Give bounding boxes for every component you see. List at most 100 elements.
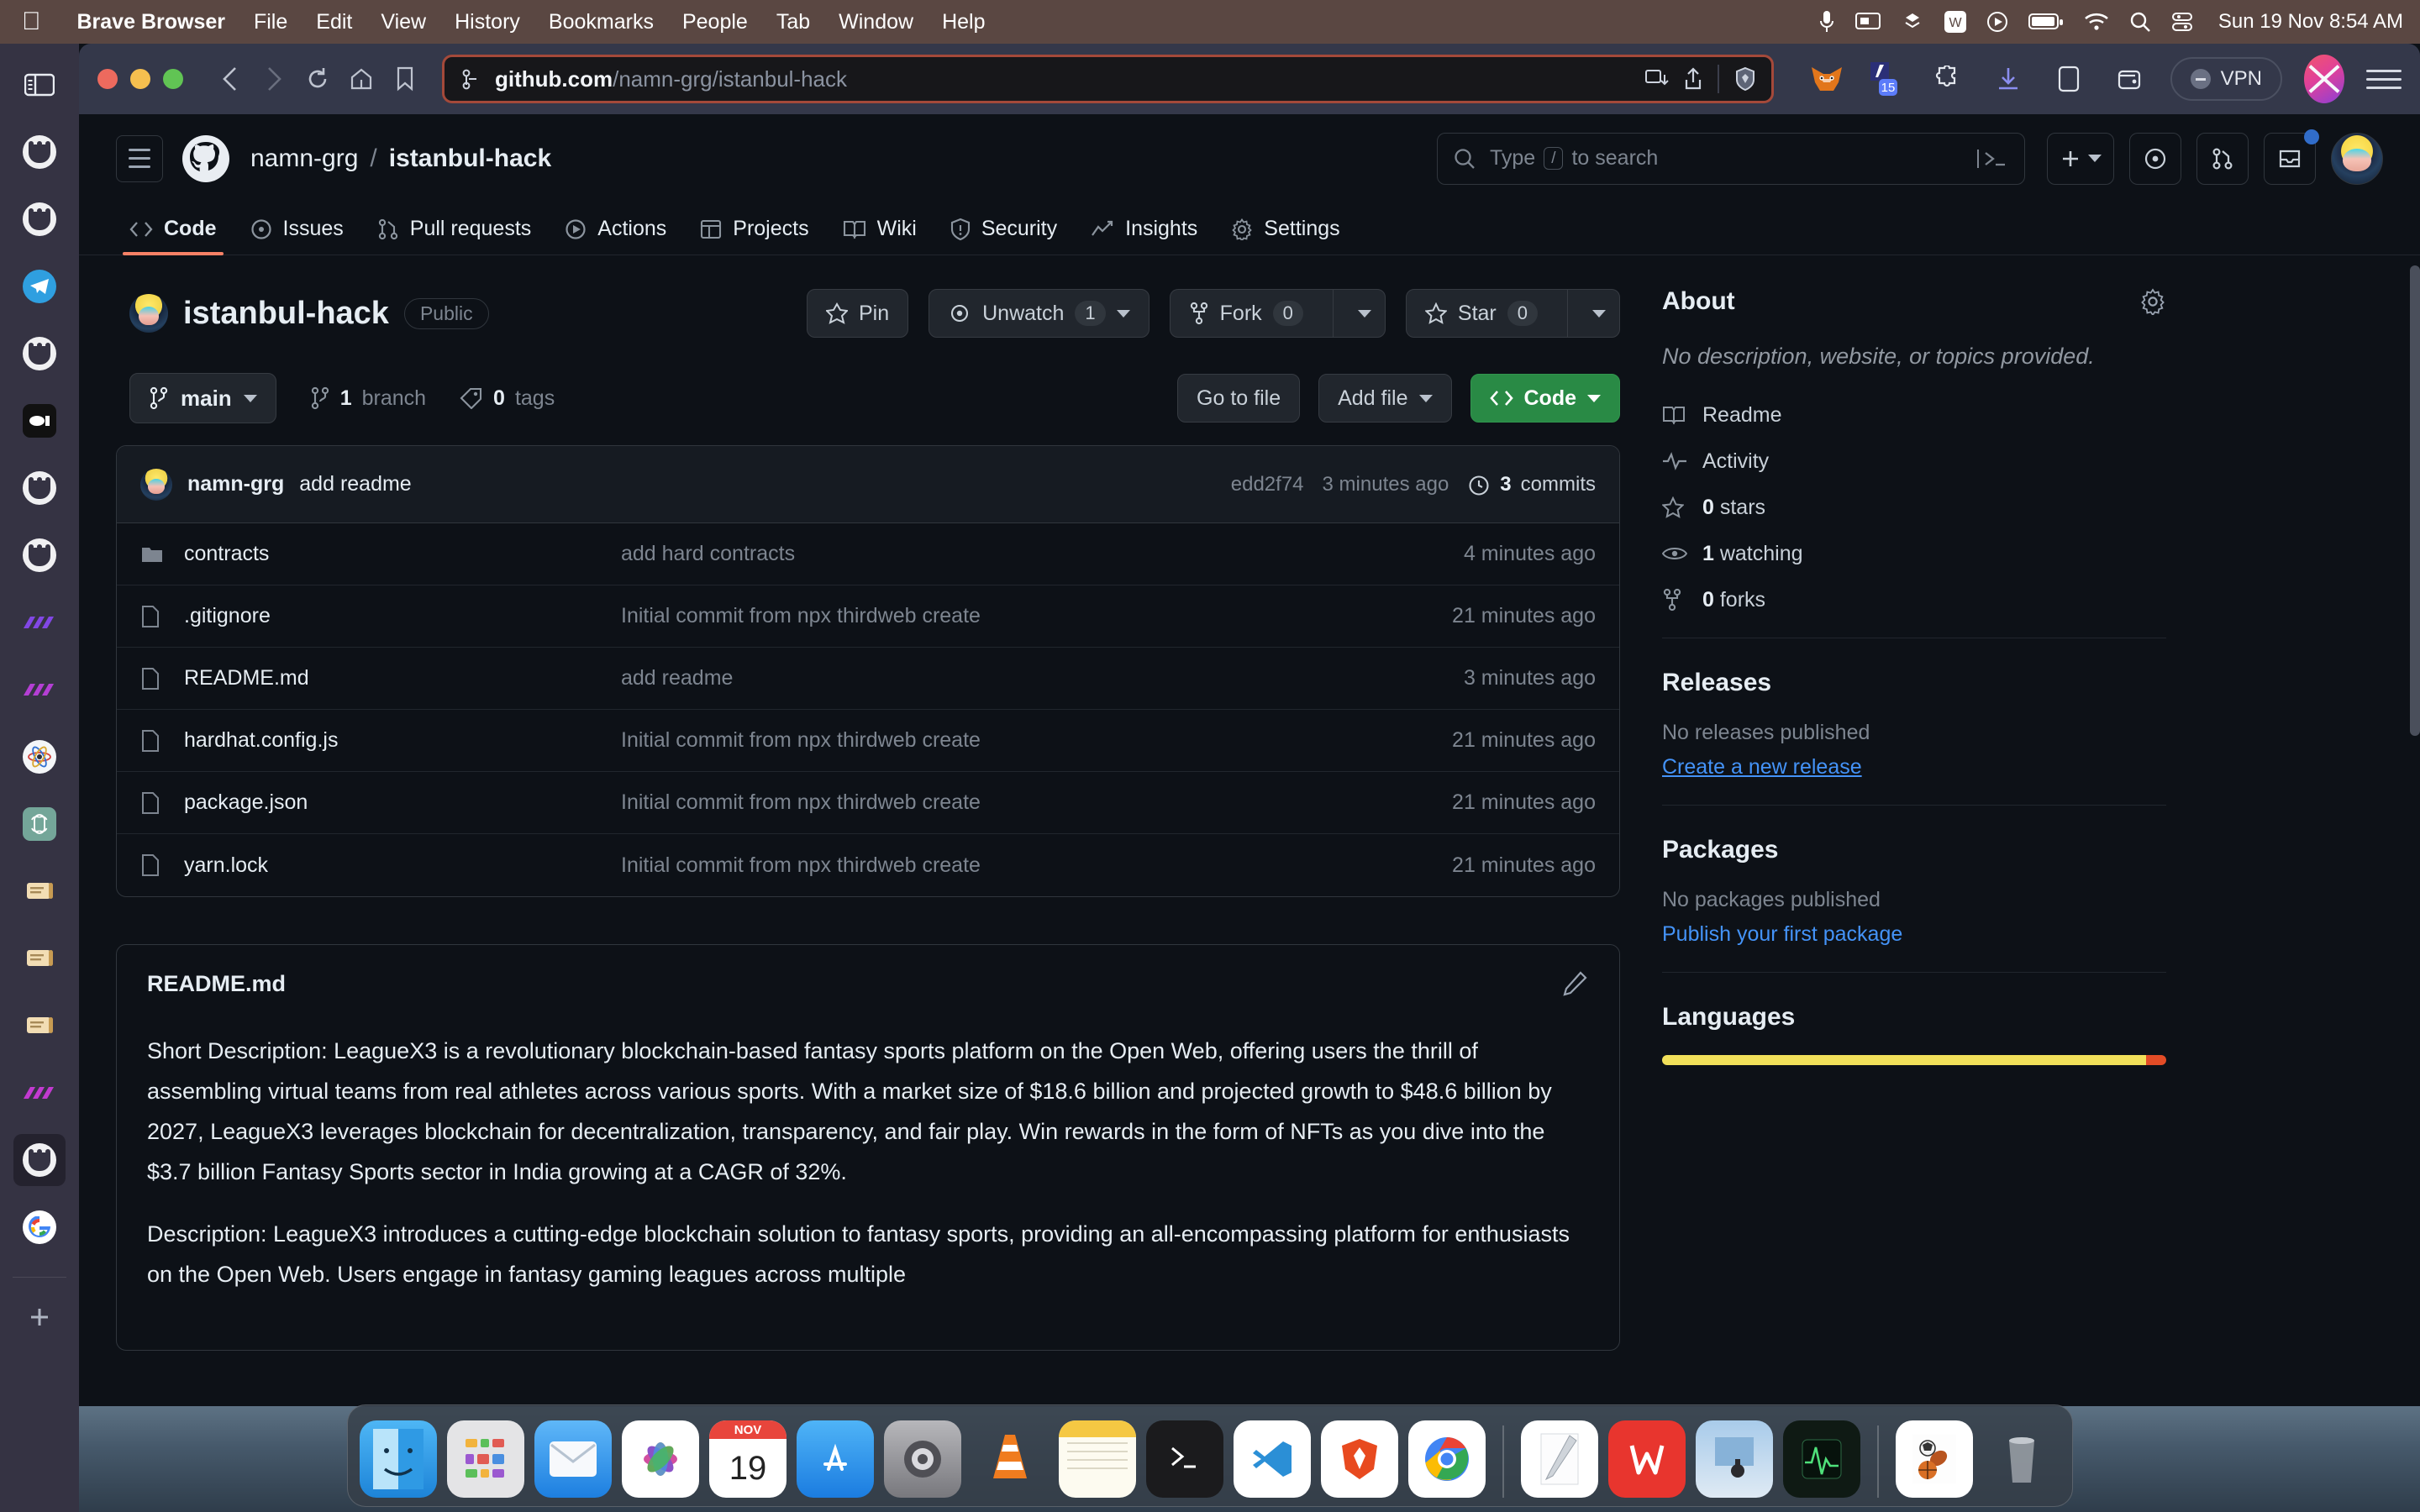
table-row[interactable]: contracts add hard contracts 4 minutes a… bbox=[117, 523, 1619, 585]
bookmark-button[interactable] bbox=[383, 57, 427, 101]
brave-profile-avatar[interactable] bbox=[2304, 55, 2344, 103]
file-name[interactable]: hardhat.config.js bbox=[184, 728, 621, 753]
home-button[interactable] bbox=[339, 57, 383, 101]
pull-requests-icon[interactable] bbox=[2196, 132, 2249, 185]
menu-app-name[interactable]: Brave Browser bbox=[63, 10, 239, 34]
sidebar-item-stars[interactable]: 0 stars bbox=[1662, 496, 2166, 520]
scroll-icon[interactable] bbox=[13, 1000, 66, 1052]
vpn-button[interactable]: VPN bbox=[2170, 57, 2282, 101]
code-button[interactable]: Code bbox=[1470, 374, 1620, 423]
brave-shields-icon[interactable] bbox=[1734, 66, 1756, 92]
tab-security[interactable]: Security bbox=[934, 203, 1074, 255]
add-file-button[interactable]: Add file bbox=[1318, 374, 1452, 423]
table-row[interactable]: yarn.lock Initial commit from npx thirdw… bbox=[117, 834, 1619, 896]
tab-settings[interactable]: Settings bbox=[1214, 203, 1356, 255]
control-center-icon[interactable] bbox=[2171, 11, 2193, 33]
dock-item-photos[interactable] bbox=[622, 1420, 699, 1498]
menu-item-help[interactable]: Help bbox=[928, 10, 999, 34]
address-bar[interactable]: github.com/namn-grg/istanbul-hack bbox=[442, 55, 1774, 103]
file-commit-message[interactable]: Initial commit from npx thirdweb create bbox=[621, 853, 1452, 878]
star-button[interactable]: Star 0 bbox=[1405, 289, 1620, 338]
menu-item-bookmarks[interactable]: Bookmarks bbox=[534, 10, 668, 34]
github-icon[interactable] bbox=[13, 462, 66, 514]
table-row[interactable]: hardhat.config.js Initial commit from np… bbox=[117, 710, 1619, 772]
tab-issues[interactable]: Issues bbox=[234, 203, 360, 255]
github-icon[interactable] bbox=[13, 126, 66, 178]
vlc-icon[interactable] bbox=[1986, 11, 2008, 33]
address-bar-url[interactable]: github.com/namn-grg/istanbul-hack bbox=[495, 66, 847, 92]
polygon-icon[interactable] bbox=[13, 596, 66, 648]
watch-segment[interactable]: Unwatch 1 bbox=[929, 290, 1149, 337]
file-name[interactable]: package.json bbox=[184, 790, 621, 815]
screen-mirroring-icon[interactable] bbox=[1854, 12, 1881, 32]
publish-package-link[interactable]: Publish your first package bbox=[1662, 922, 1902, 946]
sidebar-panel-icon[interactable] bbox=[2049, 60, 2088, 98]
polygon-icon[interactable] bbox=[13, 1067, 66, 1119]
github-icon[interactable] bbox=[13, 193, 66, 245]
spotlight-search-icon[interactable] bbox=[2129, 11, 2151, 33]
extension-badge-15-icon[interactable]: 15 bbox=[1868, 60, 1907, 98]
branch-count-link[interactable]: 1 branch bbox=[310, 386, 426, 411]
file-name[interactable]: yarn.lock bbox=[184, 853, 621, 878]
dock-item-terminal[interactable] bbox=[1146, 1420, 1223, 1498]
create-release-link[interactable]: Create a new release bbox=[1662, 755, 1862, 779]
notifications-inbox-icon[interactable] bbox=[2264, 129, 2319, 185]
dock-item-wps-office[interactable] bbox=[1608, 1420, 1686, 1498]
polygon-icon[interactable] bbox=[13, 664, 66, 716]
command-palette-icon[interactable] bbox=[1975, 146, 2009, 171]
forward-button[interactable] bbox=[252, 57, 296, 101]
commits-count-link[interactable]: 3 commits bbox=[1467, 473, 1596, 496]
menu-item-edit[interactable]: Edit bbox=[302, 10, 366, 34]
dock-item-launchpad[interactable] bbox=[447, 1420, 524, 1498]
page-scrollbar[interactable] bbox=[2410, 265, 2420, 736]
create-new-icon[interactable] bbox=[2047, 132, 2114, 185]
sidebar-toggle-icon[interactable] bbox=[13, 59, 66, 111]
star-segment[interactable]: Star 0 bbox=[1407, 290, 1556, 337]
wps-icon[interactable]: W bbox=[1944, 11, 1966, 33]
table-row[interactable]: README.md add readme 3 minutes ago bbox=[117, 648, 1619, 710]
file-commit-message[interactable]: Initial commit from npx thirdweb create bbox=[621, 728, 1452, 753]
github-icon[interactable] bbox=[13, 529, 66, 581]
file-name[interactable]: .gitignore bbox=[184, 604, 621, 628]
tag-count-link[interactable]: 0 tags bbox=[460, 386, 555, 411]
dock-item-chrome[interactable] bbox=[1408, 1420, 1486, 1498]
breadcrumb-repo[interactable]: istanbul-hack bbox=[389, 144, 551, 173]
github-icon[interactable] bbox=[13, 328, 66, 380]
apple-logo-icon[interactable]:  bbox=[22, 9, 41, 34]
tab-projects[interactable]: Projects bbox=[683, 203, 825, 255]
browser-menu-icon[interactable] bbox=[2366, 69, 2402, 89]
file-commit-message[interactable]: Initial commit from npx thirdweb create bbox=[621, 790, 1452, 815]
owner-avatar[interactable] bbox=[129, 294, 168, 333]
metamask-icon[interactable] bbox=[1807, 60, 1846, 98]
menu-item-window[interactable]: Window bbox=[824, 10, 928, 34]
commit-message[interactable]: add readme bbox=[299, 472, 411, 496]
commit-sha[interactable]: edd2f74 bbox=[1231, 473, 1304, 496]
scroll-icon[interactable] bbox=[13, 932, 66, 984]
back-button[interactable] bbox=[208, 57, 252, 101]
go-to-file-button[interactable]: Go to file bbox=[1177, 374, 1301, 423]
github-icon[interactable] bbox=[13, 1134, 66, 1186]
sidebar-item-forks[interactable]: 0 forks bbox=[1662, 588, 2166, 612]
dropbox-icon[interactable] bbox=[1901, 11, 1924, 33]
battery-icon[interactable] bbox=[2028, 13, 2064, 31]
dock-item-system-settings[interactable] bbox=[884, 1420, 961, 1498]
gear-icon[interactable] bbox=[2139, 288, 2166, 315]
dock-item-finder[interactable] bbox=[360, 1420, 437, 1498]
fork-segment[interactable]: Fork 0 bbox=[1171, 290, 1322, 337]
tab-code[interactable]: Code bbox=[113, 203, 234, 255]
site-settings-icon[interactable] bbox=[460, 68, 481, 90]
dock-item-brave[interactable] bbox=[1321, 1420, 1398, 1498]
split-view-icon[interactable] bbox=[1644, 68, 1669, 90]
wallet-icon[interactable] bbox=[2110, 60, 2149, 98]
dock-item-sports-folder[interactable] bbox=[1896, 1420, 1973, 1498]
file-name[interactable]: README.md bbox=[184, 666, 621, 690]
dock-item-mail[interactable] bbox=[534, 1420, 612, 1498]
dock-item-vs-code[interactable] bbox=[1234, 1420, 1311, 1498]
menu-bar-clock[interactable]: Sun 19 Nov 8:54 AM bbox=[2218, 10, 2403, 34]
file-commit-message[interactable]: Initial commit from npx thirdweb create bbox=[621, 604, 1452, 628]
table-row[interactable]: package.json Initial commit from npx thi… bbox=[117, 772, 1619, 834]
dock-item-calendar[interactable]: NOV 19 bbox=[709, 1420, 786, 1498]
downloads-icon[interactable] bbox=[1989, 60, 2028, 98]
file-commit-message[interactable]: add hard contracts bbox=[621, 542, 1464, 566]
microphone-icon[interactable] bbox=[1818, 9, 1835, 34]
